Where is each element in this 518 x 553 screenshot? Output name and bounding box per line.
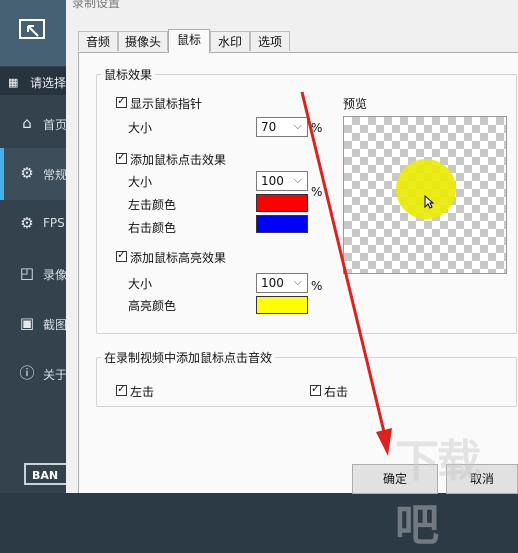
tab-watermark[interactable]: 水印 [210, 31, 250, 51]
highlight-effect-checkbox[interactable] [116, 248, 127, 262]
app-sidebar: ▦ 请选择 ⌂ 首页 ⚙ 常规 ⚙ FPS ◰ 录像 ▣ 截图 ⓘ 关于 BAN [0, 0, 68, 493]
tab-mouse[interactable]: 鼠标 [168, 29, 210, 53]
sidebar-item-label: 常规 [43, 168, 68, 182]
right-click-sound-checkbox[interactable] [310, 382, 321, 396]
pointer-size-select[interactable]: 70 ⌵ [256, 117, 308, 137]
brand-logo: BAN [24, 463, 66, 485]
sidebar-select-header[interactable]: ▦ 请选择 [0, 67, 66, 95]
click-effect-checkbox[interactable] [116, 150, 127, 164]
click-size-select[interactable]: 100 ⌵ [256, 171, 308, 191]
pointer-size-unit: % [311, 121, 323, 135]
tab-options[interactable]: 选项 [250, 31, 290, 51]
right-click-color-swatch[interactable] [256, 215, 308, 233]
left-click-color-swatch[interactable] [256, 194, 308, 212]
right-click-color-label: 右击颜色 [128, 221, 177, 235]
mouse-cursor-icon [424, 195, 434, 209]
chevron-down-icon: ⌵ [293, 275, 302, 288]
highlight-effect-label: 添加鼠标高亮效果 [130, 251, 227, 265]
left-click-sound-checkbox[interactable] [116, 382, 127, 396]
show-pointer-label: 显示鼠标指针 [130, 97, 203, 111]
left-click-color-label: 左击颜色 [128, 198, 177, 212]
chevron-down-icon: ⌵ [293, 173, 302, 186]
sidebar-item-label: 首页 [43, 118, 68, 132]
click-effect-label: 添加鼠标点击效果 [130, 153, 227, 167]
sidebar-item-label: 关于 [43, 368, 68, 382]
screenshot-icon: ▣ [19, 314, 35, 332]
preview-label: 预览 [343, 97, 368, 111]
sidebar-item-label: 录像 [43, 268, 68, 282]
chevron-down-icon: ⌵ [293, 119, 302, 132]
pointer-size-label: 大小 [128, 121, 153, 135]
record-icon: ◰ [19, 264, 35, 282]
show-pointer-checkbox[interactable] [116, 94, 127, 108]
sidebar-item-label: 截图 [43, 318, 68, 332]
sidebar-select-label: 请选择 [30, 76, 67, 90]
highlight-color-label: 高亮颜色 [128, 299, 177, 313]
fps-gear-icon: ⚙ [20, 214, 34, 232]
tab-camera[interactable]: 摄像头 [118, 31, 168, 51]
sidebar-item-about[interactable]: ⓘ 关于 [0, 348, 68, 400]
tab-audio[interactable]: 音频 [78, 31, 118, 51]
left-click-sound-label: 左击 [130, 385, 155, 399]
sidebar-item-label: FPS [43, 216, 65, 230]
highlight-circle [396, 159, 456, 219]
watermark: 下载吧 [395, 436, 481, 551]
highlight-size-unit: % [311, 279, 323, 293]
home-icon: ⌂ [22, 114, 32, 132]
app-logo [0, 0, 66, 66]
click-size-label: 大小 [128, 175, 153, 189]
sidebar-item-record[interactable]: ◰ 录像 [0, 248, 68, 300]
sidebar-item-fps[interactable]: ⚙ FPS [0, 198, 66, 250]
dialog-title: 录制设置 [72, 0, 121, 10]
screen-record-icon [19, 19, 45, 39]
gear-icon: ⚙ [20, 164, 34, 182]
click-sound-group: 在录制视频中添加鼠标点击音效 [96, 349, 517, 407]
right-click-sound-label: 右击 [324, 385, 349, 399]
highlight-size-select[interactable]: 100 ⌵ [256, 273, 308, 293]
click-sound-title: 在录制视频中添加鼠标点击音效 [104, 351, 273, 365]
highlight-size-label: 大小 [128, 277, 153, 291]
grid-icon: ▦ [8, 76, 19, 89]
pointer-size-value: 70 [261, 120, 277, 134]
click-size-unit: % [311, 185, 323, 199]
sidebar-item-home[interactable]: ⌂ 首页 [0, 98, 68, 150]
sidebar-item-screenshot[interactable]: ▣ 截图 [0, 298, 68, 350]
highlight-size-value: 100 [261, 276, 284, 290]
mouse-effects-title: 鼠标效果 [104, 68, 153, 82]
click-size-value: 100 [261, 174, 284, 188]
info-icon: ⓘ [19, 364, 35, 382]
preview-area [343, 116, 507, 274]
sidebar-item-general[interactable]: ⚙ 常规 [0, 148, 68, 200]
highlight-color-swatch[interactable] [256, 296, 308, 314]
